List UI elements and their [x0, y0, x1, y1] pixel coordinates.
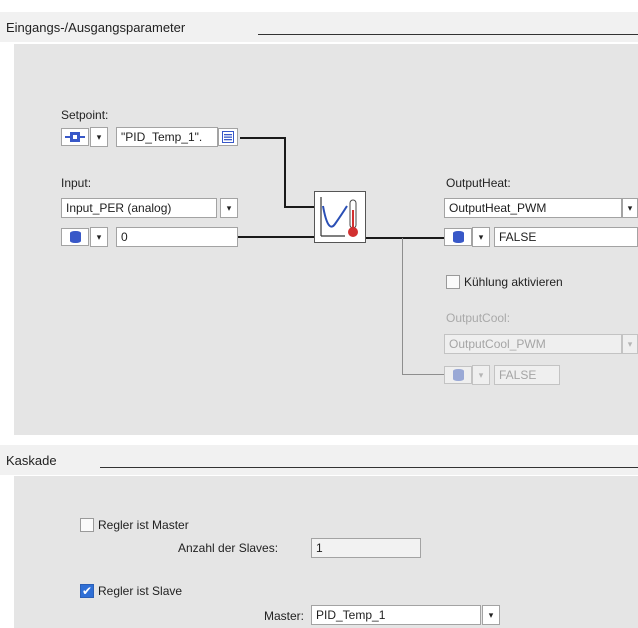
io-section-title: Eingangs-/Ausgangsparameter [6, 20, 186, 35]
setpoint-wire-v [284, 137, 286, 208]
setpoint-wire-h1 [240, 137, 285, 139]
input-wire [238, 236, 315, 238]
output-heat-memory-button[interactable] [444, 228, 472, 246]
enable-cooling-label: Kühlung aktivieren [464, 275, 563, 289]
connector-icon [65, 132, 85, 142]
output-heat-label: OutputHeat: [446, 176, 511, 190]
slaves-count-label: Anzahl der Slaves: [178, 541, 279, 555]
input-memory-dropdown[interactable]: ▾ [90, 227, 108, 247]
output-cool-select[interactable]: OutputCool_PWM [444, 334, 622, 354]
input-select[interactable]: Input_PER (analog) [61, 198, 217, 218]
input-select-dropdown[interactable]: ▾ [220, 198, 238, 218]
output-heat-select[interactable]: OutputHeat_PWM [444, 198, 622, 218]
output-cool-wire-v [402, 238, 403, 375]
memory-cylinder-icon [69, 231, 81, 243]
cascade-section-header: Kaskade [0, 445, 638, 475]
setpoint-source-button[interactable] [61, 128, 89, 146]
pid-controller-icon [320, 197, 358, 237]
master-select[interactable]: PID_Temp_1 [311, 605, 481, 625]
output-heat-value-field[interactable]: FALSE [494, 227, 638, 247]
controller-is-slave-checkbox[interactable]: ✔ [80, 584, 94, 598]
memory-cylinder-icon [452, 231, 464, 243]
master-select-dropdown[interactable]: ▾ [482, 605, 500, 625]
memory-cylinder-icon [452, 369, 464, 381]
io-section-rule [258, 34, 638, 35]
cascade-section-rule [100, 467, 638, 468]
setpoint-label: Setpoint: [61, 108, 109, 122]
cascade-section-title: Kaskade [6, 453, 57, 468]
output-heat-select-dropdown[interactable]: ▾ [622, 198, 638, 218]
input-label: Input: [61, 176, 92, 190]
browse-icon [222, 131, 234, 143]
io-section-header: Eingangs-/Ausgangsparameter [0, 12, 638, 42]
setpoint-wire-h2 [284, 206, 314, 208]
enable-cooling-checkbox[interactable] [446, 275, 460, 289]
output-heat-wire [366, 237, 444, 239]
output-heat-memory-dropdown[interactable]: ▾ [472, 227, 490, 247]
input-memory-button[interactable] [61, 228, 89, 246]
controller-is-slave-label: Regler ist Slave [98, 584, 183, 598]
setpoint-browse-button[interactable] [218, 128, 238, 146]
output-cool-value-field[interactable]: FALSE [494, 365, 560, 385]
output-cool-wire-h [402, 374, 444, 375]
input-value-field[interactable]: 0 [116, 227, 238, 247]
setpoint-field[interactable]: "PID_Temp_1". [116, 127, 218, 147]
master-label: Master: [264, 609, 305, 623]
slaves-count-field[interactable]: 1 [311, 538, 421, 558]
output-cool-memory-dropdown[interactable]: ▾ [472, 365, 490, 385]
controller-is-master-checkbox[interactable] [80, 518, 94, 532]
setpoint-source-dropdown[interactable]: ▾ [90, 127, 108, 147]
controller-is-master-label: Regler ist Master [98, 518, 189, 532]
output-cool-label: OutputCool: [446, 311, 511, 325]
pid-controller-symbol [314, 191, 366, 243]
output-cool-select-dropdown[interactable]: ▾ [622, 334, 638, 354]
output-cool-memory-button[interactable] [444, 366, 472, 384]
